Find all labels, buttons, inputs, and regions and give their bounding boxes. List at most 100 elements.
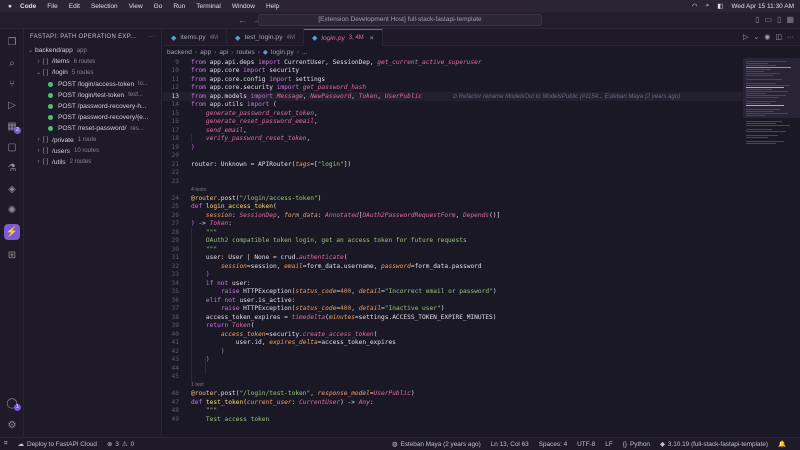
account-icon[interactable]: ◯ 1 xyxy=(4,395,21,411)
split-editor-icon[interactable]: ◫ xyxy=(775,33,782,41)
remote-indicator[interactable]: ⌗ xyxy=(4,440,8,448)
title-bar: ← → [Extension Development Host] full-st… xyxy=(0,12,800,29)
problems-indicator[interactable]: ⊗ 3 ⚠ 0 xyxy=(107,440,134,449)
more-actions-icon[interactable]: ··· xyxy=(148,34,155,40)
route-group-private[interactable]: › [ ] /private 1 route xyxy=(24,135,161,146)
breadcrumb-routes[interactable]: routes xyxy=(236,49,254,56)
route-item[interactable]: POST /password-recovery-h... xyxy=(24,101,161,112)
code-line: 23 xyxy=(171,177,179,185)
menu-file[interactable]: File xyxy=(47,3,57,10)
back-arrow-icon[interactable]: ← xyxy=(238,15,247,25)
menu-go[interactable]: Go xyxy=(154,3,163,10)
code-line: 47 def test_token(current_user: CurrentUs… xyxy=(171,398,374,406)
code-line: 15 generate_password_reset_token, xyxy=(171,109,318,117)
breadcrumb-symbol[interactable]: ... xyxy=(302,49,308,56)
breadcrumb-backend[interactable]: backend xyxy=(167,49,192,56)
language-mode[interactable]: {} Python xyxy=(623,441,650,448)
gitlens-icon[interactable]: ✺ xyxy=(4,202,20,218)
group-label: /utils xyxy=(52,158,66,166)
explorer-icon[interactable]: ❐ xyxy=(4,34,20,50)
docker-icon[interactable]: ◈ xyxy=(4,181,20,197)
search-icon[interactable]: ⌕ xyxy=(4,55,20,71)
menu-selection[interactable]: Selection xyxy=(91,3,118,10)
group-count: 5 routes xyxy=(71,69,94,76)
route-group-login[interactable]: ⌄ [ ] /login 5 routes xyxy=(24,67,161,78)
extensions-icon[interactable]: ▦ 2 xyxy=(4,118,21,134)
menu-run[interactable]: Run xyxy=(173,3,185,10)
tab-test-login-py[interactable]: ◆ test_login.py 4M xyxy=(227,29,304,46)
clock[interactable]: Wed Apr 15 11:30 AM xyxy=(731,3,794,10)
git-blame-status[interactable]: ◍ Esteban Maya (2 years ago) xyxy=(392,440,481,449)
notifications-icon[interactable]: 🔔 xyxy=(778,440,786,448)
chevron-down-icon[interactable]: ⌄ xyxy=(753,33,759,41)
more-actions-icon[interactable]: ··· xyxy=(787,34,794,41)
encoding[interactable]: UTF-8 xyxy=(577,441,595,448)
python-interpreter[interactable]: ◆ 3.10.19 (full-stack-fastapi-template) xyxy=(660,440,768,449)
menu-terminal[interactable]: Terminal xyxy=(196,3,221,10)
toggle-sidebar-icon[interactable]: ▯ xyxy=(755,15,759,24)
testing-icon[interactable]: ⚗ xyxy=(4,160,20,176)
menu-edit[interactable]: Edit xyxy=(69,3,80,10)
route-item[interactable]: POST /login/test-token test... xyxy=(24,90,161,101)
breadcrumb-api[interactable]: api xyxy=(219,49,228,56)
run-debug-icon[interactable]: ▷ xyxy=(4,97,20,113)
codelens-tests[interactable]: 1 test xyxy=(163,381,743,390)
route-group-utils[interactable]: › [ ] /utils 2 routes xyxy=(24,157,161,168)
tree-root-label: backend/app xyxy=(35,47,73,55)
route-item[interactable]: POST /login/access-token lo... xyxy=(24,79,161,90)
remote-icon: ⌗ xyxy=(4,440,8,447)
code-line: 28 """ xyxy=(171,228,218,236)
chevron-right-icon: › xyxy=(37,148,40,155)
search-icon[interactable]: ⌕ xyxy=(706,2,710,10)
end-of-line[interactable]: LF xyxy=(605,441,612,448)
menu-window[interactable]: Window xyxy=(232,3,255,10)
wifi-icon[interactable]: ◠ xyxy=(692,2,698,10)
group-label: /login xyxy=(52,69,68,77)
gitlens-compare-icon[interactable]: ◉ xyxy=(764,33,770,41)
indentation[interactable]: Spaces: 4 xyxy=(539,441,567,448)
codelens-tests[interactable]: 4 tests xyxy=(163,186,743,195)
toggle-panel-icon[interactable]: ▭ xyxy=(764,15,772,24)
run-file-icon[interactable]: ▷ xyxy=(743,33,748,41)
command-center[interactable]: [Extension Development Host] full-stack-… xyxy=(258,14,542,26)
remote-explorer-icon[interactable]: ▢ xyxy=(4,139,20,155)
dependency-graph-icon[interactable]: ⊞ xyxy=(4,247,20,263)
apple-icon[interactable]: ● xyxy=(6,3,14,10)
inline-blame[interactable]: ⊙ Refactor rename ModelsOut to ModelsPub… xyxy=(452,93,680,100)
tree-root[interactable]: ⌄ backend/app app xyxy=(24,45,161,56)
code-line: 39 return Token( xyxy=(171,322,255,330)
code-line: 44 xyxy=(171,364,179,372)
panel-header: FASTAPI: PATH OPERATION EXP... ··· xyxy=(24,29,161,45)
code-line: 37 raise HTTPException(status_code=400, … xyxy=(171,305,445,313)
breadcrumb-file[interactable]: login.py xyxy=(271,49,294,56)
control-center-icon[interactable]: ◧ xyxy=(717,2,723,10)
cursor-position[interactable]: Ln 13, Col 63 xyxy=(491,441,529,448)
group-label: /items xyxy=(52,58,70,66)
breadcrumb-app[interactable]: app xyxy=(200,49,211,56)
code-line: 42 ) xyxy=(171,347,225,355)
route-item[interactable]: POST /reset-password/ res... xyxy=(24,123,161,134)
source-control-icon[interactable]: ⑂ xyxy=(4,76,20,92)
python-file-icon: ◆ xyxy=(262,49,268,56)
minimap[interactable] xyxy=(743,58,800,437)
route-group-users[interactable]: › [ ] /users 10 routes xyxy=(24,146,161,157)
code-line: 33 ) xyxy=(171,271,210,279)
customize-layout-icon[interactable]: ▦ xyxy=(786,15,794,24)
code-line: 11 from app.core.config import settings xyxy=(171,75,326,83)
close-icon[interactable]: × xyxy=(370,35,374,42)
settings-gear-icon[interactable]: ⚙ xyxy=(4,417,20,433)
route-item[interactable]: POST /password-recovery/{e... xyxy=(24,112,161,123)
tab-items-py[interactable]: ◆ items.py 4M xyxy=(163,29,228,46)
cloud-icon: ☁ xyxy=(17,441,24,448)
toggle-secondary-sidebar-icon[interactable]: ▯ xyxy=(777,15,781,24)
menu-app[interactable]: Code xyxy=(20,3,36,10)
code-editor[interactable]: 9 from app.api.deps import CurrentUser, S… xyxy=(163,58,743,437)
fastapi-icon[interactable]: ⚡ xyxy=(4,224,20,240)
group-count: 6 routes xyxy=(73,58,96,65)
menu-view[interactable]: View xyxy=(129,3,143,10)
menu-help[interactable]: Help xyxy=(266,3,279,10)
route-group-items[interactable]: › [ ] /items 6 routes xyxy=(24,56,161,67)
code-line: 22 xyxy=(171,169,179,177)
deploy-button[interactable]: ☁ Deploy to FastAPI Cloud xyxy=(17,440,97,449)
tab-login-py[interactable]: ◆ login.py 3, 4M × xyxy=(303,29,383,46)
